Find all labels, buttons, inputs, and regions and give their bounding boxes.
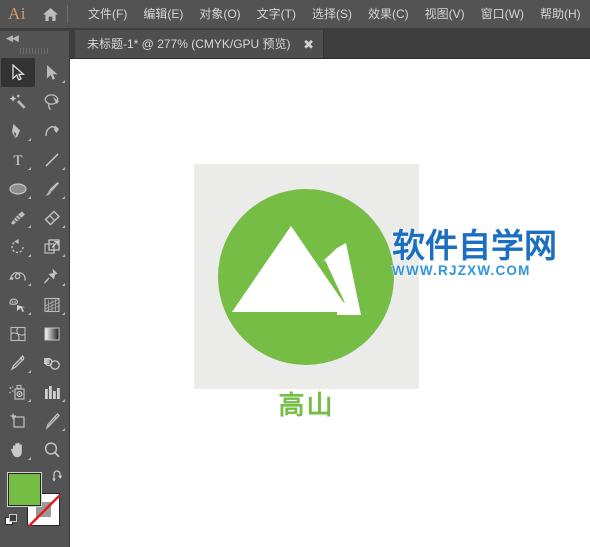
panel-drag-grip[interactable] [0,47,70,55]
flyout-indicator [62,196,65,199]
close-icon[interactable]: ✖ [303,37,315,51]
free-transform-tool[interactable] [35,261,69,290]
app-logo: Ai [8,4,26,23]
illustrator-window: Ai 文件(F) 编辑(E) 对象(O) 文字(T) 选择(S) 效果(C) 视… [0,0,590,547]
type-tool[interactable]: T [1,145,35,174]
home-icon[interactable] [34,0,66,28]
menu-edit[interactable]: 编辑(E) [135,4,191,24]
tool-grid: T [0,58,69,464]
menu-file[interactable]: 文件(F) [80,4,135,24]
flyout-indicator [28,167,31,170]
selection-tool[interactable] [1,58,35,87]
eraser-tool[interactable] [35,203,69,232]
flyout-indicator [28,370,31,373]
slice-tool[interactable] [35,406,69,435]
lasso-tool[interactable] [35,87,69,116]
curvature-tool[interactable] [35,116,69,145]
color-controls [0,468,70,546]
flyout-indicator [28,283,31,286]
blend-tool[interactable] [35,348,69,377]
mesh-tool[interactable] [1,319,35,348]
eyedropper-tool[interactable] [1,348,35,377]
swap-fill-stroke-icon[interactable] [51,470,65,484]
menu-effect[interactable]: 效果(C) [360,4,417,24]
pen-tool[interactable] [1,116,35,145]
flyout-indicator [28,138,31,141]
artboard-label: 高山 [278,391,335,421]
menu-type[interactable]: 文字(T) [249,4,304,24]
document-tab[interactable]: 未标题-1* @ 277% (CMYK/GPU 预览) ✖ [75,30,324,58]
magic-wand-tool[interactable] [1,87,35,116]
shape-builder-tool[interactable] [1,290,35,319]
scale-tool[interactable] [35,232,69,261]
flyout-indicator [62,167,65,170]
tools-panel: ◀◀ T [0,31,70,547]
flyout-indicator [28,312,31,315]
flyout-indicator [62,428,65,431]
paintbrush-tool[interactable] [35,174,69,203]
menu-view[interactable]: 视图(V) [417,4,473,24]
flyout-indicator [62,80,65,83]
flyout-indicator [62,225,65,228]
symbol-sprayer-tool[interactable] [1,377,35,406]
shaper-tool[interactable] [1,203,35,232]
flyout-indicator [28,225,31,228]
direct-selection-tool[interactable] [35,58,69,87]
line-segment-tool[interactable] [35,145,69,174]
svg-text:T: T [13,153,22,168]
flyout-indicator [28,196,31,199]
menu-window[interactable]: 窗口(W) [473,4,532,24]
menu-object[interactable]: 对象(O) [191,4,248,24]
document-canvas[interactable]: 高山 软件自学网 WWW.RJZXW.COM [70,59,590,547]
ellipse-tool[interactable] [1,174,35,203]
default-fill-stroke-icon[interactable] [5,514,18,527]
flyout-indicator [62,254,65,257]
width-tool[interactable] [1,261,35,290]
column-graph-tool[interactable] [35,377,69,406]
flyout-indicator [28,254,31,257]
menu-select[interactable]: 选择(S) [304,4,360,24]
zoom-tool[interactable] [35,435,69,464]
artboard-tool[interactable] [1,406,35,435]
fill-swatch[interactable] [7,472,42,507]
menu-items: 文件(F) 编辑(E) 对象(O) 文字(T) 选择(S) 效果(C) 视图(V… [80,4,589,24]
flyout-indicator [62,312,65,315]
tools-panel-header: ◀◀ [0,31,70,58]
flyout-indicator [62,283,65,286]
flyout-indicator [62,399,65,402]
hand-tool[interactable] [1,435,35,464]
menu-help[interactable]: 帮助(H) [532,4,589,24]
menu-bar: Ai 文件(F) 编辑(E) 对象(O) 文字(T) 选择(S) 效果(C) 视… [0,0,590,28]
artboard[interactable] [194,164,419,389]
perspective-grid-tool[interactable] [35,290,69,319]
flyout-indicator [28,399,31,402]
collapse-panel-icon[interactable]: ◀◀ [6,34,19,43]
rotate-tool[interactable] [1,232,35,261]
document-tab-label: 未标题-1* @ 277% (CMYK/GPU 预览) [87,37,291,51]
flyout-indicator [28,457,31,460]
mountain-logo[interactable] [194,164,419,389]
menu-divider [67,5,68,23]
gradient-tool[interactable] [35,319,69,348]
document-tab-bar: 未标题-1* @ 277% (CMYK/GPU 预览) ✖ [0,28,590,59]
